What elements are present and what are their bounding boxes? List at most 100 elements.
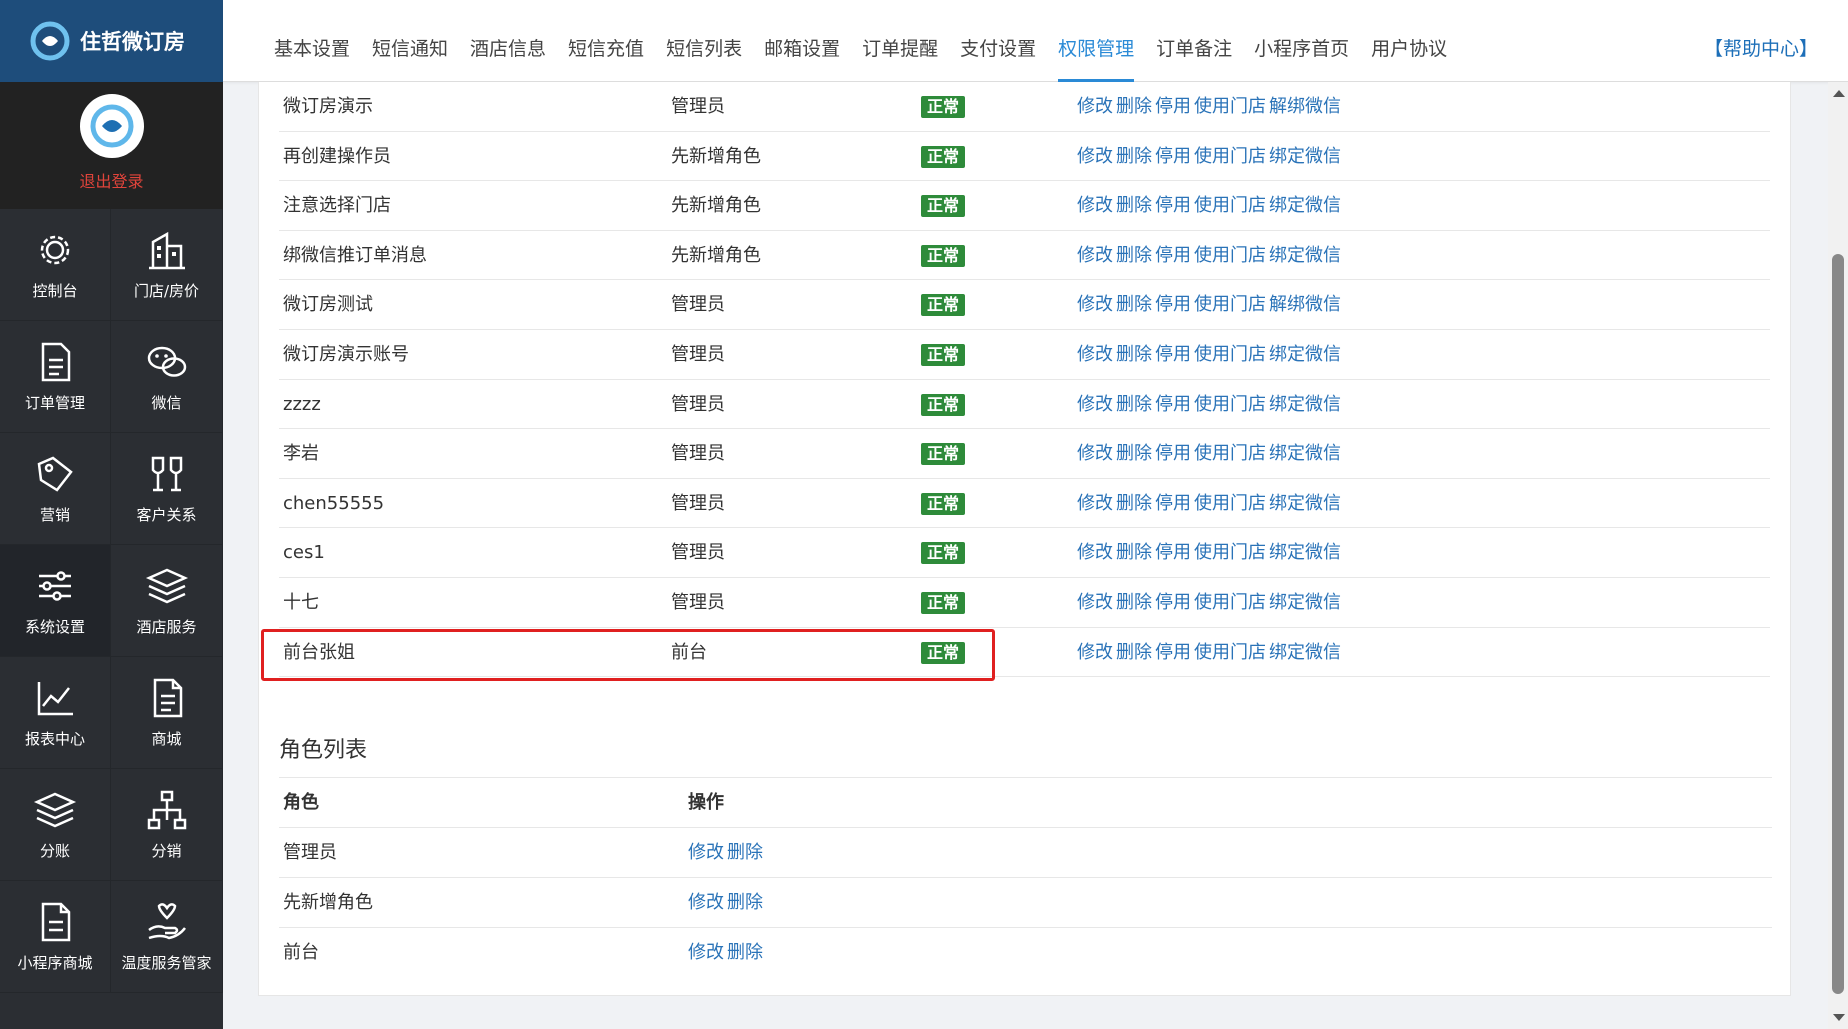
- sidebar-item-gear[interactable]: 控制台: [0, 209, 111, 321]
- action-link[interactable]: 修改: [1077, 493, 1113, 514]
- tab-item[interactable]: 短信列表: [655, 0, 753, 82]
- action-link[interactable]: 删除: [1116, 344, 1152, 365]
- tab-item[interactable]: 订单提醒: [851, 0, 949, 82]
- action-link[interactable]: 删除: [1116, 394, 1152, 415]
- action-link[interactable]: 停用: [1155, 542, 1191, 563]
- action-link[interactable]: 修改: [688, 892, 724, 913]
- tab-item[interactable]: 短信充值: [557, 0, 655, 82]
- scroll-up-arrow-icon[interactable]: [1833, 90, 1845, 97]
- sidebar-item-chart[interactable]: 报表中心: [0, 657, 111, 769]
- action-link[interactable]: 绑定微信: [1269, 443, 1341, 464]
- scroll-thumb[interactable]: [1832, 254, 1844, 994]
- action-link[interactable]: 使用门店: [1194, 592, 1266, 613]
- action-link[interactable]: 使用门店: [1194, 294, 1266, 315]
- action-link[interactable]: 修改: [1077, 542, 1113, 563]
- action-link[interactable]: 修改: [1077, 443, 1113, 464]
- sidebar-item-network[interactable]: 分销: [111, 769, 223, 881]
- sidebar-item-miniapp-file[interactable]: 小程序商城: [0, 881, 111, 993]
- tab-item[interactable]: 酒店信息: [459, 0, 557, 82]
- tab-item[interactable]: 邮箱设置: [753, 0, 851, 82]
- action-link[interactable]: 绑定微信: [1269, 493, 1341, 514]
- action-link[interactable]: 停用: [1155, 195, 1191, 216]
- sidebar-item-building[interactable]: 门店/房价: [111, 209, 223, 321]
- action-link[interactable]: 使用门店: [1194, 493, 1266, 514]
- action-link[interactable]: 修改: [1077, 642, 1113, 663]
- sidebar-item-sliders[interactable]: 系统设置: [0, 545, 111, 657]
- scroll-down-arrow-icon[interactable]: [1833, 1014, 1845, 1021]
- action-link[interactable]: 绑定微信: [1269, 642, 1341, 663]
- tab-item[interactable]: 小程序首页: [1243, 0, 1360, 82]
- action-link[interactable]: 删除: [1116, 443, 1152, 464]
- action-link[interactable]: 停用: [1155, 443, 1191, 464]
- action-link[interactable]: 删除: [1116, 195, 1152, 216]
- action-link[interactable]: 修改: [1077, 592, 1113, 613]
- sidebar-item-document[interactable]: 订单管理: [0, 321, 111, 433]
- tab-item[interactable]: 权限管理: [1047, 0, 1145, 82]
- vertical-scrollbar[interactable]: [1828, 82, 1848, 1029]
- action-link[interactable]: 使用门店: [1194, 344, 1266, 365]
- action-link[interactable]: 绑定微信: [1269, 146, 1341, 167]
- action-link[interactable]: 修改: [1077, 294, 1113, 315]
- help-center-link[interactable]: 【帮助中心】: [1704, 0, 1818, 82]
- sidebar-item-stack[interactable]: 分账: [0, 769, 111, 881]
- action-link[interactable]: 删除: [1116, 96, 1152, 117]
- action-link[interactable]: 解绑微信: [1269, 294, 1341, 315]
- tab-item[interactable]: 短信通知: [361, 0, 459, 82]
- action-link[interactable]: 绑定微信: [1269, 394, 1341, 415]
- sidebar-item-tag[interactable]: 营销: [0, 433, 111, 545]
- action-link[interactable]: 删除: [727, 842, 763, 863]
- action-link[interactable]: 绑定微信: [1269, 245, 1341, 266]
- action-link[interactable]: 修改: [1077, 245, 1113, 266]
- tab-item[interactable]: 基本设置: [263, 0, 361, 82]
- action-link[interactable]: 删除: [1116, 294, 1152, 315]
- action-link[interactable]: 修改: [1077, 394, 1113, 415]
- action-link[interactable]: 删除: [727, 892, 763, 913]
- action-link[interactable]: 使用门店: [1194, 146, 1266, 167]
- action-link[interactable]: 停用: [1155, 394, 1191, 415]
- action-link[interactable]: 使用门店: [1194, 195, 1266, 216]
- action-link[interactable]: 使用门店: [1194, 245, 1266, 266]
- tab-item[interactable]: 用户协议: [1360, 0, 1458, 82]
- sidebar-item-layers[interactable]: 酒店服务: [111, 545, 223, 657]
- sidebar-item-wechat[interactable]: 微信: [111, 321, 223, 433]
- action-link[interactable]: 使用门店: [1194, 96, 1266, 117]
- logout-link[interactable]: 退出登录: [79, 168, 143, 192]
- action-link[interactable]: 修改: [1077, 344, 1113, 365]
- action-link[interactable]: 停用: [1155, 592, 1191, 613]
- action-link[interactable]: 删除: [1116, 245, 1152, 266]
- avatar[interactable]: [79, 94, 144, 158]
- action-link[interactable]: 绑定微信: [1269, 542, 1341, 563]
- action-link[interactable]: 删除: [1116, 542, 1152, 563]
- action-link[interactable]: 修改: [688, 842, 724, 863]
- action-link[interactable]: 使用门店: [1194, 542, 1266, 563]
- action-link[interactable]: 停用: [1155, 344, 1191, 365]
- action-link[interactable]: 使用门店: [1194, 394, 1266, 415]
- tab-item[interactable]: 支付设置: [949, 0, 1047, 82]
- action-link[interactable]: 删除: [1116, 592, 1152, 613]
- sidebar-item-glasses[interactable]: 客户关系: [111, 433, 223, 545]
- action-link[interactable]: 绑定微信: [1269, 592, 1341, 613]
- action-link[interactable]: 修改: [1077, 96, 1113, 117]
- action-link[interactable]: 修改: [1077, 146, 1113, 167]
- action-link[interactable]: 修改: [1077, 195, 1113, 216]
- action-link[interactable]: 删除: [727, 942, 763, 963]
- action-link[interactable]: 停用: [1155, 245, 1191, 266]
- sidebar-item-file[interactable]: 商城: [111, 657, 223, 769]
- action-link[interactable]: 停用: [1155, 146, 1191, 167]
- action-link[interactable]: 删除: [1116, 642, 1152, 663]
- action-link[interactable]: 删除: [1116, 146, 1152, 167]
- action-link[interactable]: 绑定微信: [1269, 344, 1341, 365]
- action-link[interactable]: 修改: [688, 942, 724, 963]
- action-link[interactable]: 停用: [1155, 642, 1191, 663]
- tab-item[interactable]: 订单备注: [1145, 0, 1243, 82]
- action-link[interactable]: 删除: [1116, 493, 1152, 514]
- action-link[interactable]: 绑定微信: [1269, 195, 1341, 216]
- action-link[interactable]: 停用: [1155, 493, 1191, 514]
- action-link[interactable]: 停用: [1155, 294, 1191, 315]
- action-link[interactable]: 停用: [1155, 96, 1191, 117]
- sidebar-item-hand-heart[interactable]: 温度服务管家: [111, 881, 223, 993]
- action-link[interactable]: 使用门店: [1194, 642, 1266, 663]
- action-link[interactable]: 使用门店: [1194, 443, 1266, 464]
- app-logo[interactable]: 住哲微订房: [0, 0, 223, 82]
- action-link[interactable]: 解绑微信: [1269, 96, 1341, 117]
